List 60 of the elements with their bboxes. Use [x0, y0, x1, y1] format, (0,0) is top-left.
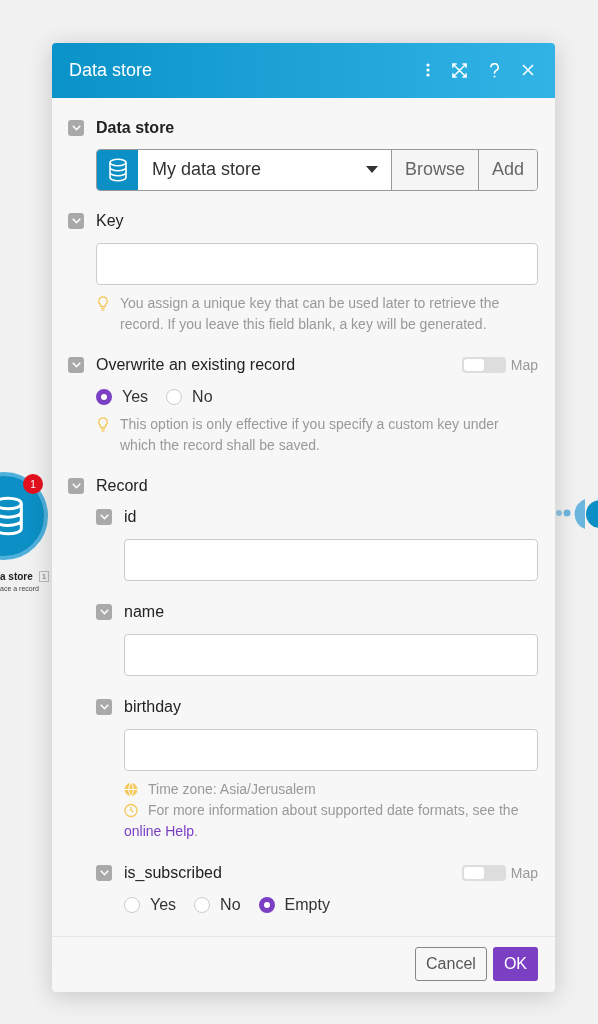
hint-text: This option is only effective if you specify a custom key under which the record shall be saved. — [120, 414, 500, 455]
cancel-button[interactable]: Cancel — [415, 947, 487, 982]
map-label: Map — [510, 864, 538, 881]
globe-icon — [124, 781, 138, 797]
collapse-toggle[interactable] — [68, 356, 84, 373]
radio-label: No — [220, 895, 241, 914]
collapse-toggle[interactable] — [96, 698, 112, 715]
help-icon[interactable] — [489, 62, 500, 78]
field-label: Data store — [96, 118, 176, 137]
module-label: a store — [0, 571, 33, 582]
module-number: 1 — [38, 571, 50, 582]
hint-text: You assign a unique key that can be used later to retrieve the record. If you leave this field blank, a key will be generated. — [120, 293, 501, 334]
collapse-toggle[interactable] — [68, 212, 84, 229]
radio-label: No — [192, 387, 213, 406]
text-field[interactable] — [124, 633, 538, 676]
chevron-icon — [71, 124, 81, 131]
clock-icon — [124, 802, 138, 818]
database-icon — [0, 496, 25, 536]
chevron-icon — [99, 513, 109, 520]
collapse-toggle[interactable] — [68, 477, 84, 494]
field-label: id — [124, 507, 138, 526]
more-icon[interactable] — [426, 63, 430, 78]
map-label: Map — [510, 356, 538, 373]
collapse-toggle[interactable] — [68, 119, 84, 136]
chevron-icon — [99, 608, 109, 615]
chevron-icon — [71, 482, 81, 489]
chevron-icon — [71, 361, 81, 368]
lightbulb-icon — [96, 416, 110, 432]
field-label: name — [124, 602, 166, 621]
chevron-icon — [99, 703, 109, 710]
map-toggle[interactable] — [461, 356, 506, 373]
collapse-toggle[interactable] — [96, 603, 112, 620]
database-icon — [97, 149, 138, 190]
field-label: Record — [96, 476, 149, 495]
data-store-dropdown[interactable]: My data store — [138, 149, 392, 190]
field-label: birthday — [124, 697, 182, 716]
text-field[interactable] — [124, 728, 538, 771]
field-label: is_subscribed — [124, 863, 223, 882]
window-title: Data store — [69, 59, 154, 81]
chevron-icon — [99, 869, 109, 876]
ok-button[interactable]: OK — [492, 947, 538, 982]
radio-label: Yes — [150, 895, 177, 914]
radio-button[interactable] — [96, 388, 112, 405]
caret-icon — [365, 166, 378, 173]
map-toggle[interactable] — [461, 864, 506, 881]
expand-icon[interactable] — [452, 62, 467, 78]
radio-label: Empty — [284, 895, 330, 914]
collapse-toggle[interactable] — [96, 864, 112, 881]
field-label: Key — [96, 211, 125, 230]
lightbulb-icon — [96, 295, 110, 311]
collapse-toggle[interactable] — [96, 508, 112, 525]
chevron-icon — [71, 217, 81, 224]
field-label: Overwrite an existing record — [96, 355, 297, 374]
close-icon[interactable] — [522, 64, 534, 77]
radio-label: Yes — [122, 387, 149, 406]
text-field[interactable] — [124, 538, 538, 581]
hint-text: Time zone: Asia/Jerusalem — [148, 779, 316, 799]
notification-badge: 1 — [23, 474, 43, 494]
text-field[interactable] — [96, 242, 538, 285]
radio-button[interactable] — [258, 896, 275, 913]
